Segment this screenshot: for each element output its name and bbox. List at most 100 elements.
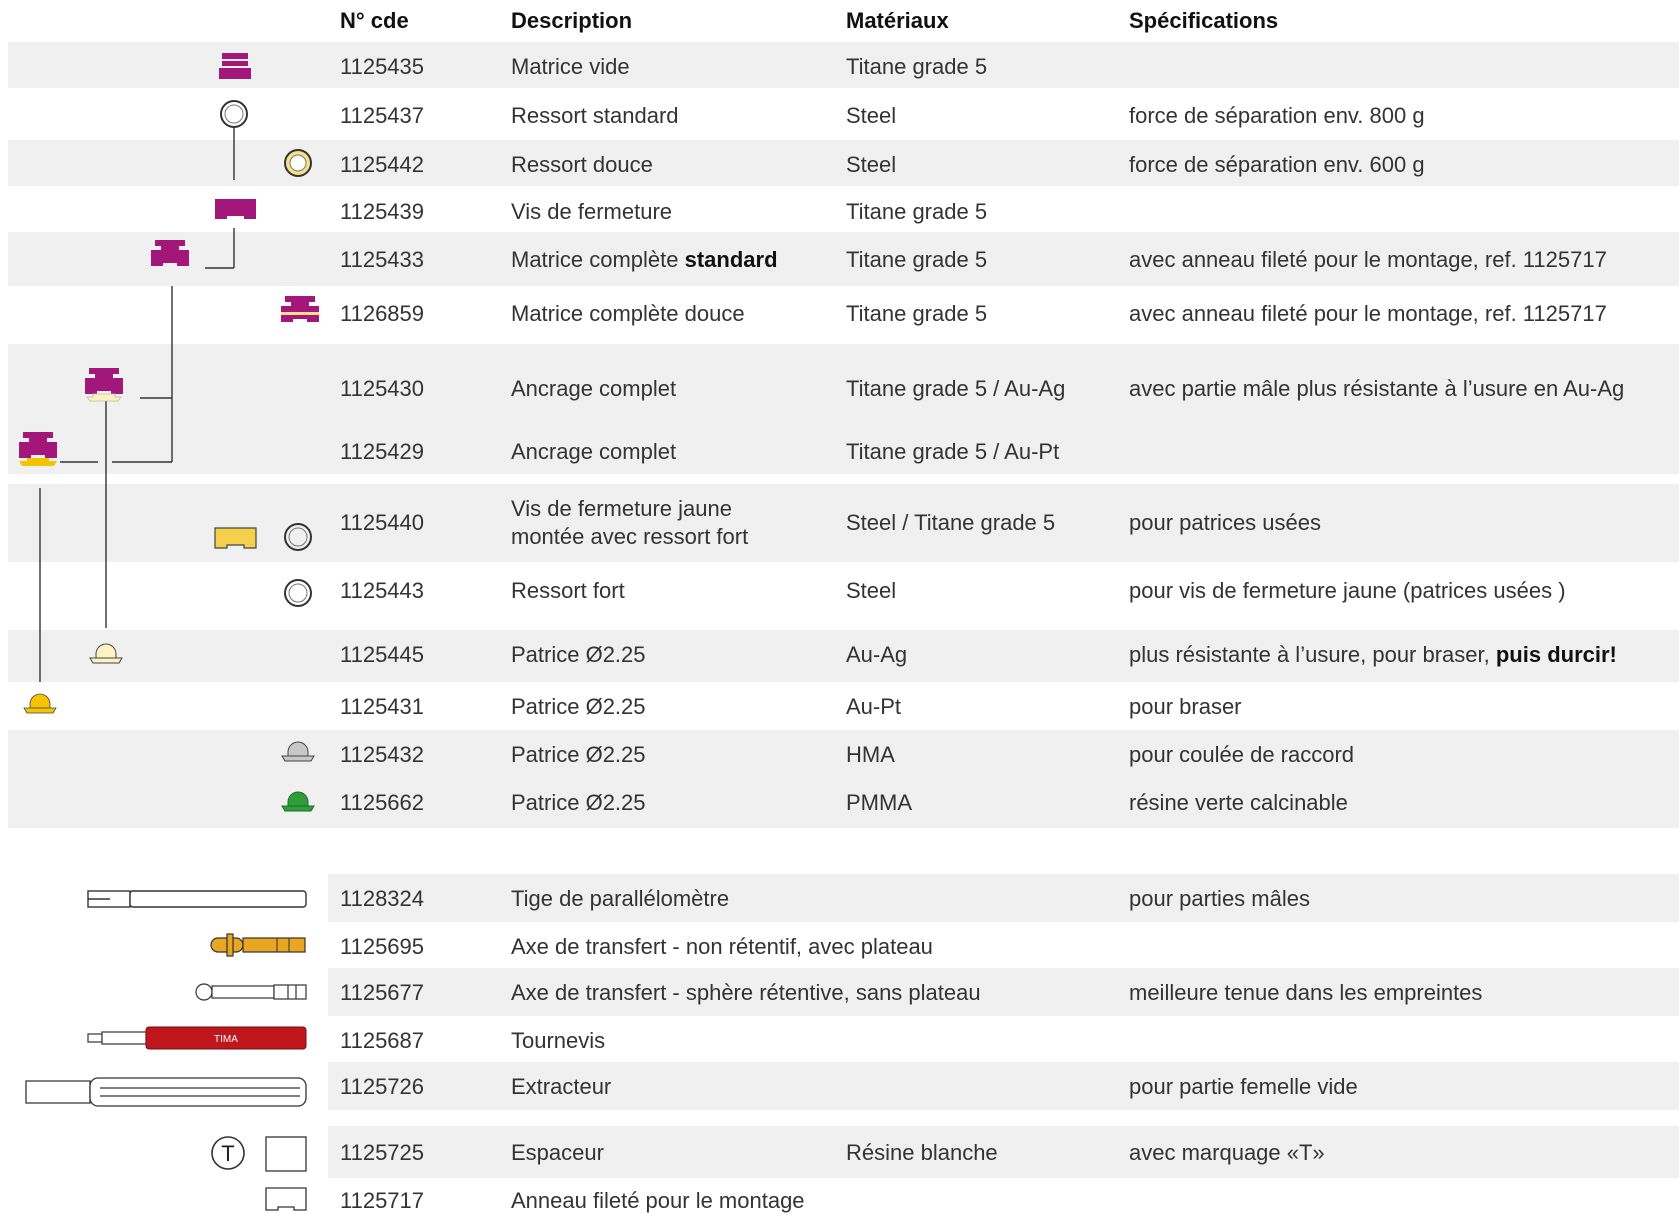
cell-description: Ancrage complet xyxy=(511,376,677,401)
cell-description: Espaceur xyxy=(511,1140,604,1165)
screwdriver-brand: TIMA xyxy=(214,1034,238,1045)
cell-materials: PMMA xyxy=(846,790,912,815)
cell-number: 1125440 xyxy=(340,510,425,535)
row-background xyxy=(8,344,1679,474)
cell-number: 1125429 xyxy=(340,439,425,464)
cell-description: Vis de fermeture jaune xyxy=(511,496,732,521)
cell-specs: force de séparation env. 800 g xyxy=(1129,103,1425,128)
cell-specs: avec partie mâle plus résistante à l’usu… xyxy=(1129,376,1625,401)
threaded-ring-icon xyxy=(265,1187,307,1211)
cell-number: 1125677 xyxy=(340,980,425,1005)
cell-number: 1126859 xyxy=(340,301,425,326)
cell-specs: pour coulée de raccord xyxy=(1129,742,1355,767)
cell-materials: Titane grade 5 xyxy=(846,54,988,79)
cell-materials: Au-Ag xyxy=(846,642,908,667)
spacer-icon: T xyxy=(211,1136,307,1172)
cell-materials: Steel xyxy=(846,578,897,603)
cell-materials: Titane grade 5 / Au-Ag xyxy=(846,376,1066,401)
cell-specs: plus résistante à l’usure, pour braser, … xyxy=(1129,642,1617,668)
cell-number: 1125431 xyxy=(340,694,425,719)
cell-description: Matrice vide xyxy=(511,54,630,79)
cell-description: Axe de transfert - non rétentif, avec pl… xyxy=(511,934,933,959)
cell-specs: pour braser xyxy=(1129,694,1242,719)
cell-number: 1125662 xyxy=(340,790,425,815)
cell-specs: pour parties mâles xyxy=(1129,886,1310,911)
cell-number: 1125442 xyxy=(340,152,425,177)
specs-bold: puis durcir! xyxy=(1495,642,1617,667)
cell-number: 1128324 xyxy=(340,886,425,911)
cell-specs: avec marquage «T» xyxy=(1129,1140,1325,1165)
row-background xyxy=(8,140,1679,186)
table-row: 1125432 Patrice Ø2.25 HMA pour coulée de… xyxy=(0,730,1679,778)
table-row: 1125445 Patrice Ø2.25 Au-Ag plus résista… xyxy=(0,630,1679,682)
row-background xyxy=(8,484,1679,562)
transfer-post-plate-icon xyxy=(210,933,306,957)
cell-specs: avec anneau fileté pour le montage, ref.… xyxy=(1129,247,1607,272)
cell-number: 1125725 xyxy=(340,1140,425,1165)
cell-description: Tige de parallélomètre xyxy=(511,886,730,911)
row-background xyxy=(8,730,1679,778)
tools-illustrations: TIMA T xyxy=(25,890,307,1211)
table-row: 1125435 Matrice vide Titane grade 5 xyxy=(0,42,1679,88)
cell-materials: Titane grade 5 / Au-Pt xyxy=(846,439,1060,464)
cell-specs: avec anneau fileté pour le montage, ref.… xyxy=(1129,301,1607,326)
cell-description: Patrice Ø2.25 xyxy=(511,642,646,667)
cell-number: 1125430 xyxy=(340,376,425,401)
parallelometer-rod-icon xyxy=(87,890,307,908)
table-row: 1125443 Ressort fort Steel pour vis de f… xyxy=(0,566,1679,618)
cell-description: Ressort standard xyxy=(511,103,679,128)
col-header-number: N° cde xyxy=(340,8,409,33)
cell-materials: Résine blanche xyxy=(846,1140,998,1165)
cell-materials: HMA xyxy=(846,742,895,767)
table-row: 1125662 Patrice Ø2.25 PMMA résine verte … xyxy=(0,778,1679,828)
col-header-materials: Matériaux xyxy=(846,8,949,33)
extractor-icon xyxy=(25,1077,307,1107)
cell-number: 1125433 xyxy=(340,247,425,272)
cell-description: Extracteur xyxy=(511,1074,612,1099)
cell-materials: Titane grade 5 xyxy=(846,199,988,224)
cell-description: Axe de transfert - sphère rétentive, san… xyxy=(511,980,981,1005)
table-row: 1125442 Ressort douce Steel force de sép… xyxy=(0,140,1679,186)
specs-text: plus résistante à l’usure, pour braser, xyxy=(1129,642,1496,667)
cell-number: 1125445 xyxy=(340,642,425,667)
cell-description: Ressort fort xyxy=(511,578,625,603)
cell-materials: Steel / Titane grade 5 xyxy=(846,510,1056,535)
cell-number: 1125443 xyxy=(340,578,425,603)
cell-specs: pour vis de fermeture jaune (patrices us… xyxy=(1129,578,1566,603)
cell-number: 1125432 xyxy=(340,742,425,767)
table-row: 1125437 Ressort standard Steel force de … xyxy=(0,90,1679,136)
cell-number: 1125717 xyxy=(340,1188,425,1213)
cell-number: 1125437 xyxy=(340,103,425,128)
cell-materials: Steel xyxy=(846,103,897,128)
table-row: 1125439 Vis de fermeture Titane grade 5 xyxy=(0,188,1679,232)
cell-description: Patrice Ø2.25 xyxy=(511,742,646,767)
description-bold: standard xyxy=(684,247,778,272)
cell-specs: force de séparation env. 600 g xyxy=(1129,152,1425,177)
cell-description: Matrice complète standard xyxy=(511,247,778,273)
cell-number: 1125726 xyxy=(340,1074,425,1099)
cell-description: Matrice complète douce xyxy=(511,301,745,326)
cell-specs: résine verte calcinable xyxy=(1129,790,1348,815)
cell-materials: Steel xyxy=(846,152,897,177)
col-header-description: Description xyxy=(511,8,633,33)
cell-description: Ancrage complet xyxy=(511,439,677,464)
cell-description: Tournevis xyxy=(511,1028,606,1053)
cell-description: Anneau fileté pour le montage xyxy=(511,1188,805,1213)
description-text: Matrice complète xyxy=(511,247,685,272)
table-row: 1125433 Matrice complète standard Titane… xyxy=(0,232,1679,286)
spacer-mark: T xyxy=(221,1141,234,1166)
cell-number: 1125435 xyxy=(340,54,425,79)
row-background xyxy=(8,42,1679,88)
transfer-post-sphere-icon xyxy=(195,983,307,1001)
cell-description: Ressort douce xyxy=(511,152,653,177)
cell-materials: Titane grade 5 xyxy=(846,247,988,272)
table-row-group: 1125430 Ancrage complet Titane grade 5 /… xyxy=(0,344,1679,474)
screwdriver-icon: TIMA xyxy=(87,1026,307,1050)
cell-materials: Titane grade 5 xyxy=(846,301,988,326)
cell-number: 1125695 xyxy=(340,934,425,959)
cell-specs: meilleure tenue dans les empreintes xyxy=(1129,980,1483,1005)
cell-specs: pour partie femelle vide xyxy=(1129,1074,1358,1099)
cell-specs: pour patrices usées xyxy=(1129,510,1321,535)
cell-description-line2: montée avec ressort fort xyxy=(511,524,749,549)
col-header-specs: Spécifications xyxy=(1129,8,1279,33)
